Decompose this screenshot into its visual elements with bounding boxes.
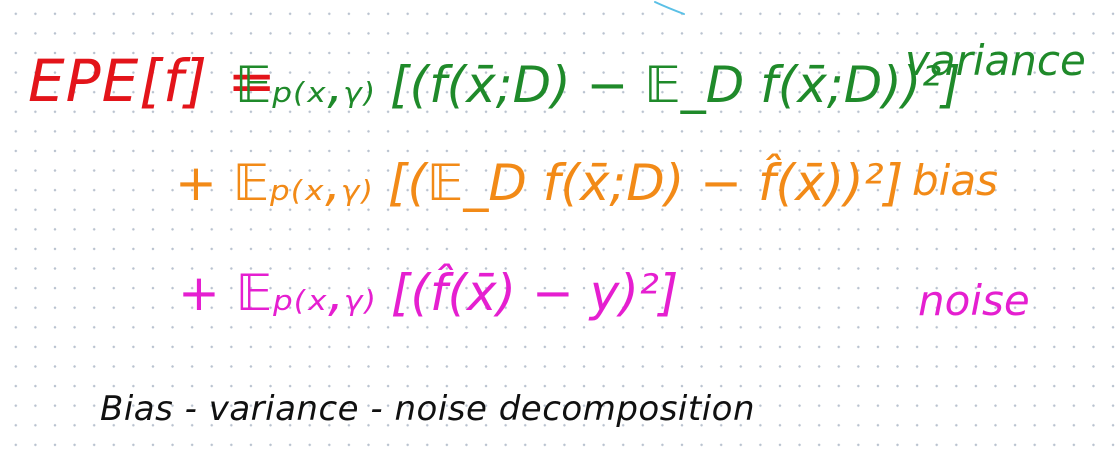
label-variance: variance: [905, 36, 1086, 85]
variance-term: 𝔼ₚ₍ₓ,ᵧ₎ [(f(x̄;D) − 𝔼_D f(x̄;D))²]: [235, 56, 961, 114]
bias-term: + 𝔼ₚ₍ₓ,ᵧ₎ [(𝔼_D f(x̄;D) − f̂(x̄))²]: [175, 154, 904, 212]
top-pen-stroke: [654, 1, 685, 15]
noise-term: + 𝔼ₚ₍ₓ,ᵧ₎ [(f̂(x̄) − y)²]: [178, 264, 679, 322]
label-noise: noise: [918, 276, 1030, 325]
label-bias: bias: [912, 156, 998, 205]
decomposition-caption: Bias - variance - noise decomposition: [100, 389, 755, 429]
